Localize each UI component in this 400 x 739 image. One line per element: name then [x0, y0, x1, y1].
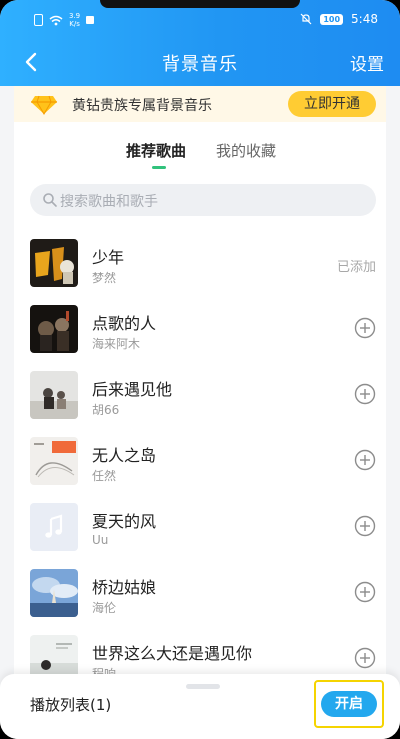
- add-icon[interactable]: [354, 449, 376, 471]
- tab-bar: 推荐歌曲 我的收藏: [14, 140, 386, 170]
- song-artist: 胡66: [92, 403, 120, 417]
- add-icon[interactable]: [354, 515, 376, 537]
- song-title: 点歌的人: [92, 314, 157, 333]
- mute-icon: [300, 13, 312, 25]
- notification-icon: [86, 16, 95, 24]
- song-artist: 梦然: [92, 271, 117, 285]
- battery-indicator: 100: [320, 13, 344, 25]
- add-icon[interactable]: [354, 383, 376, 405]
- album-cover-diangederen: [30, 305, 78, 353]
- music-note-icon: [45, 514, 63, 538]
- song-row[interactable]: 点歌的人 海来阿木: [14, 305, 386, 361]
- album-cover-placeholder: [30, 503, 78, 551]
- subscribe-now-button[interactable]: 立即开通: [288, 91, 376, 117]
- music-list-card: 推荐歌曲 我的收藏 搜索歌曲和歌手 少年 梦然 已添加 点歌的人 海来阿木 后来…: [14, 122, 386, 739]
- search-icon: [43, 193, 57, 207]
- song-row[interactable]: 夏天的风 Uu: [14, 503, 386, 559]
- vip-banner-text: 黄钻贵族专属背景音乐: [72, 98, 212, 114]
- song-artist: 海来阿木: [92, 337, 141, 351]
- yellow-diamond-icon: [31, 95, 57, 115]
- navigation-bar: 背景音乐 设置: [0, 44, 400, 80]
- song-row[interactable]: 桥边姑娘 海伦: [14, 569, 386, 625]
- song-title: 无人之岛: [92, 446, 157, 465]
- added-status: 已添加: [336, 260, 376, 275]
- camera-notch: [100, 0, 300, 8]
- header: 3.9 K/s 100 5:48 背景音乐 设置: [0, 0, 400, 86]
- song-row[interactable]: 少年 梦然 已添加: [14, 239, 386, 295]
- album-cover-qiaobianguniang: [30, 569, 78, 617]
- playlist-label[interactable]: 播放列表(1): [30, 694, 111, 715]
- album-cover-wurenzhidao: [30, 437, 78, 485]
- search-placeholder: 搜索歌曲和歌手: [60, 194, 158, 210]
- song-title: 夏天的风: [92, 512, 157, 531]
- sim-icon: [34, 14, 43, 26]
- open-button-highlight: 开启: [314, 680, 384, 728]
- tab-recommended[interactable]: 推荐歌曲: [126, 140, 186, 161]
- network-speed: 3.9 K/s: [69, 12, 81, 28]
- song-row[interactable]: 后来遇见他 胡66: [14, 371, 386, 427]
- add-icon[interactable]: [354, 647, 376, 669]
- album-cover-shaonian: [30, 239, 78, 287]
- wifi-icon: [49, 15, 63, 25]
- song-artist: 任然: [92, 469, 117, 483]
- tab-favorites[interactable]: 我的收藏: [216, 140, 276, 161]
- status-bar: 3.9 K/s 100 5:48: [0, 12, 400, 34]
- add-icon[interactable]: [354, 317, 376, 339]
- search-input[interactable]: 搜索歌曲和歌手: [30, 184, 376, 216]
- drag-handle[interactable]: [186, 684, 220, 689]
- phone-screen: 3.9 K/s 100 5:48 背景音乐 设置 黄钻贵族专属背景音乐 立即开通…: [0, 0, 400, 739]
- song-artist: Uu: [92, 533, 109, 547]
- settings-button[interactable]: 设置: [350, 50, 384, 75]
- song-title: 世界这么大还是遇见你: [92, 644, 253, 663]
- clock: 5:48: [351, 12, 378, 26]
- enable-button[interactable]: 开启: [321, 691, 377, 717]
- playlist-bottom-bar: 播放列表(1) 开启: [0, 674, 400, 739]
- song-title: 少年: [92, 248, 125, 267]
- song-artist: 海伦: [92, 601, 117, 615]
- song-title: 后来遇见他: [92, 380, 173, 399]
- song-title: 桥边姑娘: [92, 578, 157, 597]
- song-row[interactable]: 无人之岛 任然: [14, 437, 386, 493]
- vip-banner: 黄钻贵族专属背景音乐 立即开通: [14, 86, 386, 122]
- active-tab-indicator: [152, 166, 166, 169]
- album-cover-houlaiyujianta: [30, 371, 78, 419]
- page-title: 背景音乐: [162, 54, 238, 75]
- add-icon[interactable]: [354, 581, 376, 603]
